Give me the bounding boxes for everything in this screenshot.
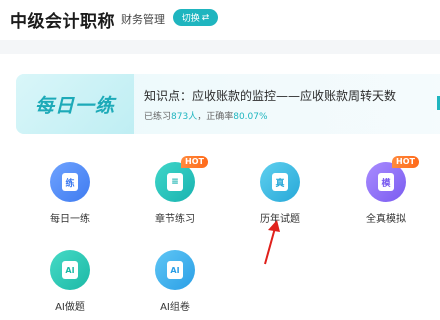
tile-label: AI组卷 <box>160 302 190 313</box>
ai-practice-icon: AI <box>50 250 90 290</box>
knowledge-point-text: 知识点：应收账款的监控——应收账款周转天数 <box>144 89 397 103</box>
tile-mock-exam[interactable]: 模 HOT 全真模拟 <box>346 156 426 232</box>
daily-practice-icon: 练 <box>50 162 90 202</box>
annotation-arrow-icon <box>264 220 280 265</box>
daily-practice-card[interactable]: 每日一练 知识点：应收账款的监控——应收账款周转天数 已练习873人，正确率80… <box>16 74 440 134</box>
chapter-practice-glyph: ≡ <box>167 173 183 191</box>
practice-stats: 已练习873人，正确率80.07% <box>144 109 268 122</box>
accuracy-rate: 80.07% <box>233 112 268 122</box>
tile-daily-practice[interactable]: 练 每日一练 <box>30 162 110 232</box>
stats-mid: ，正确率 <box>197 112 234 122</box>
past-exams-icon: 真 <box>260 162 300 202</box>
tile-label: 全真模拟 <box>366 214 406 225</box>
tile-label: 每日一练 <box>50 214 90 225</box>
tile-label: AI做题 <box>55 302 85 313</box>
hot-badge: HOT <box>392 156 419 168</box>
app-header: 中级会计职称 财务管理 切换 ⇄ <box>0 0 440 40</box>
tile-label: 章节练习 <box>155 214 195 225</box>
swap-icon: ⇄ <box>201 12 210 23</box>
ai-paper-glyph: AI <box>167 261 183 279</box>
tile-ai-paper[interactable]: AI AI组卷 <box>135 250 215 320</box>
hot-badge: HOT <box>181 156 208 168</box>
daily-practice-badge-text: 每日一练 <box>34 94 115 117</box>
daily-practice-glyph: 练 <box>62 173 78 191</box>
page-title: 中级会计职称 <box>10 12 115 32</box>
mock-exam-glyph: 模 <box>378 173 394 191</box>
stats-prefix: 已练习 <box>144 112 172 122</box>
daily-practice-badge: 每日一练 <box>16 74 134 134</box>
robot-icon: AI <box>62 261 78 279</box>
past-exams-glyph: 真 <box>272 173 288 191</box>
switch-label: 切换 <box>181 14 200 24</box>
practiced-count: 873人 <box>171 112 198 122</box>
mock-exam-icon: 模 <box>366 162 406 202</box>
switch-subject-button[interactable]: 切换 ⇄ <box>173 9 218 26</box>
chapter-practice-icon: ≡ <box>155 162 195 202</box>
ai-paper-icon: AI <box>155 250 195 290</box>
section-divider <box>0 40 440 54</box>
tile-ai-practice[interactable]: AI AI做题 <box>30 250 110 320</box>
tile-chapter-practice[interactable]: ≡ HOT 章节练习 <box>135 156 215 232</box>
subject-label: 财务管理 <box>121 13 165 26</box>
